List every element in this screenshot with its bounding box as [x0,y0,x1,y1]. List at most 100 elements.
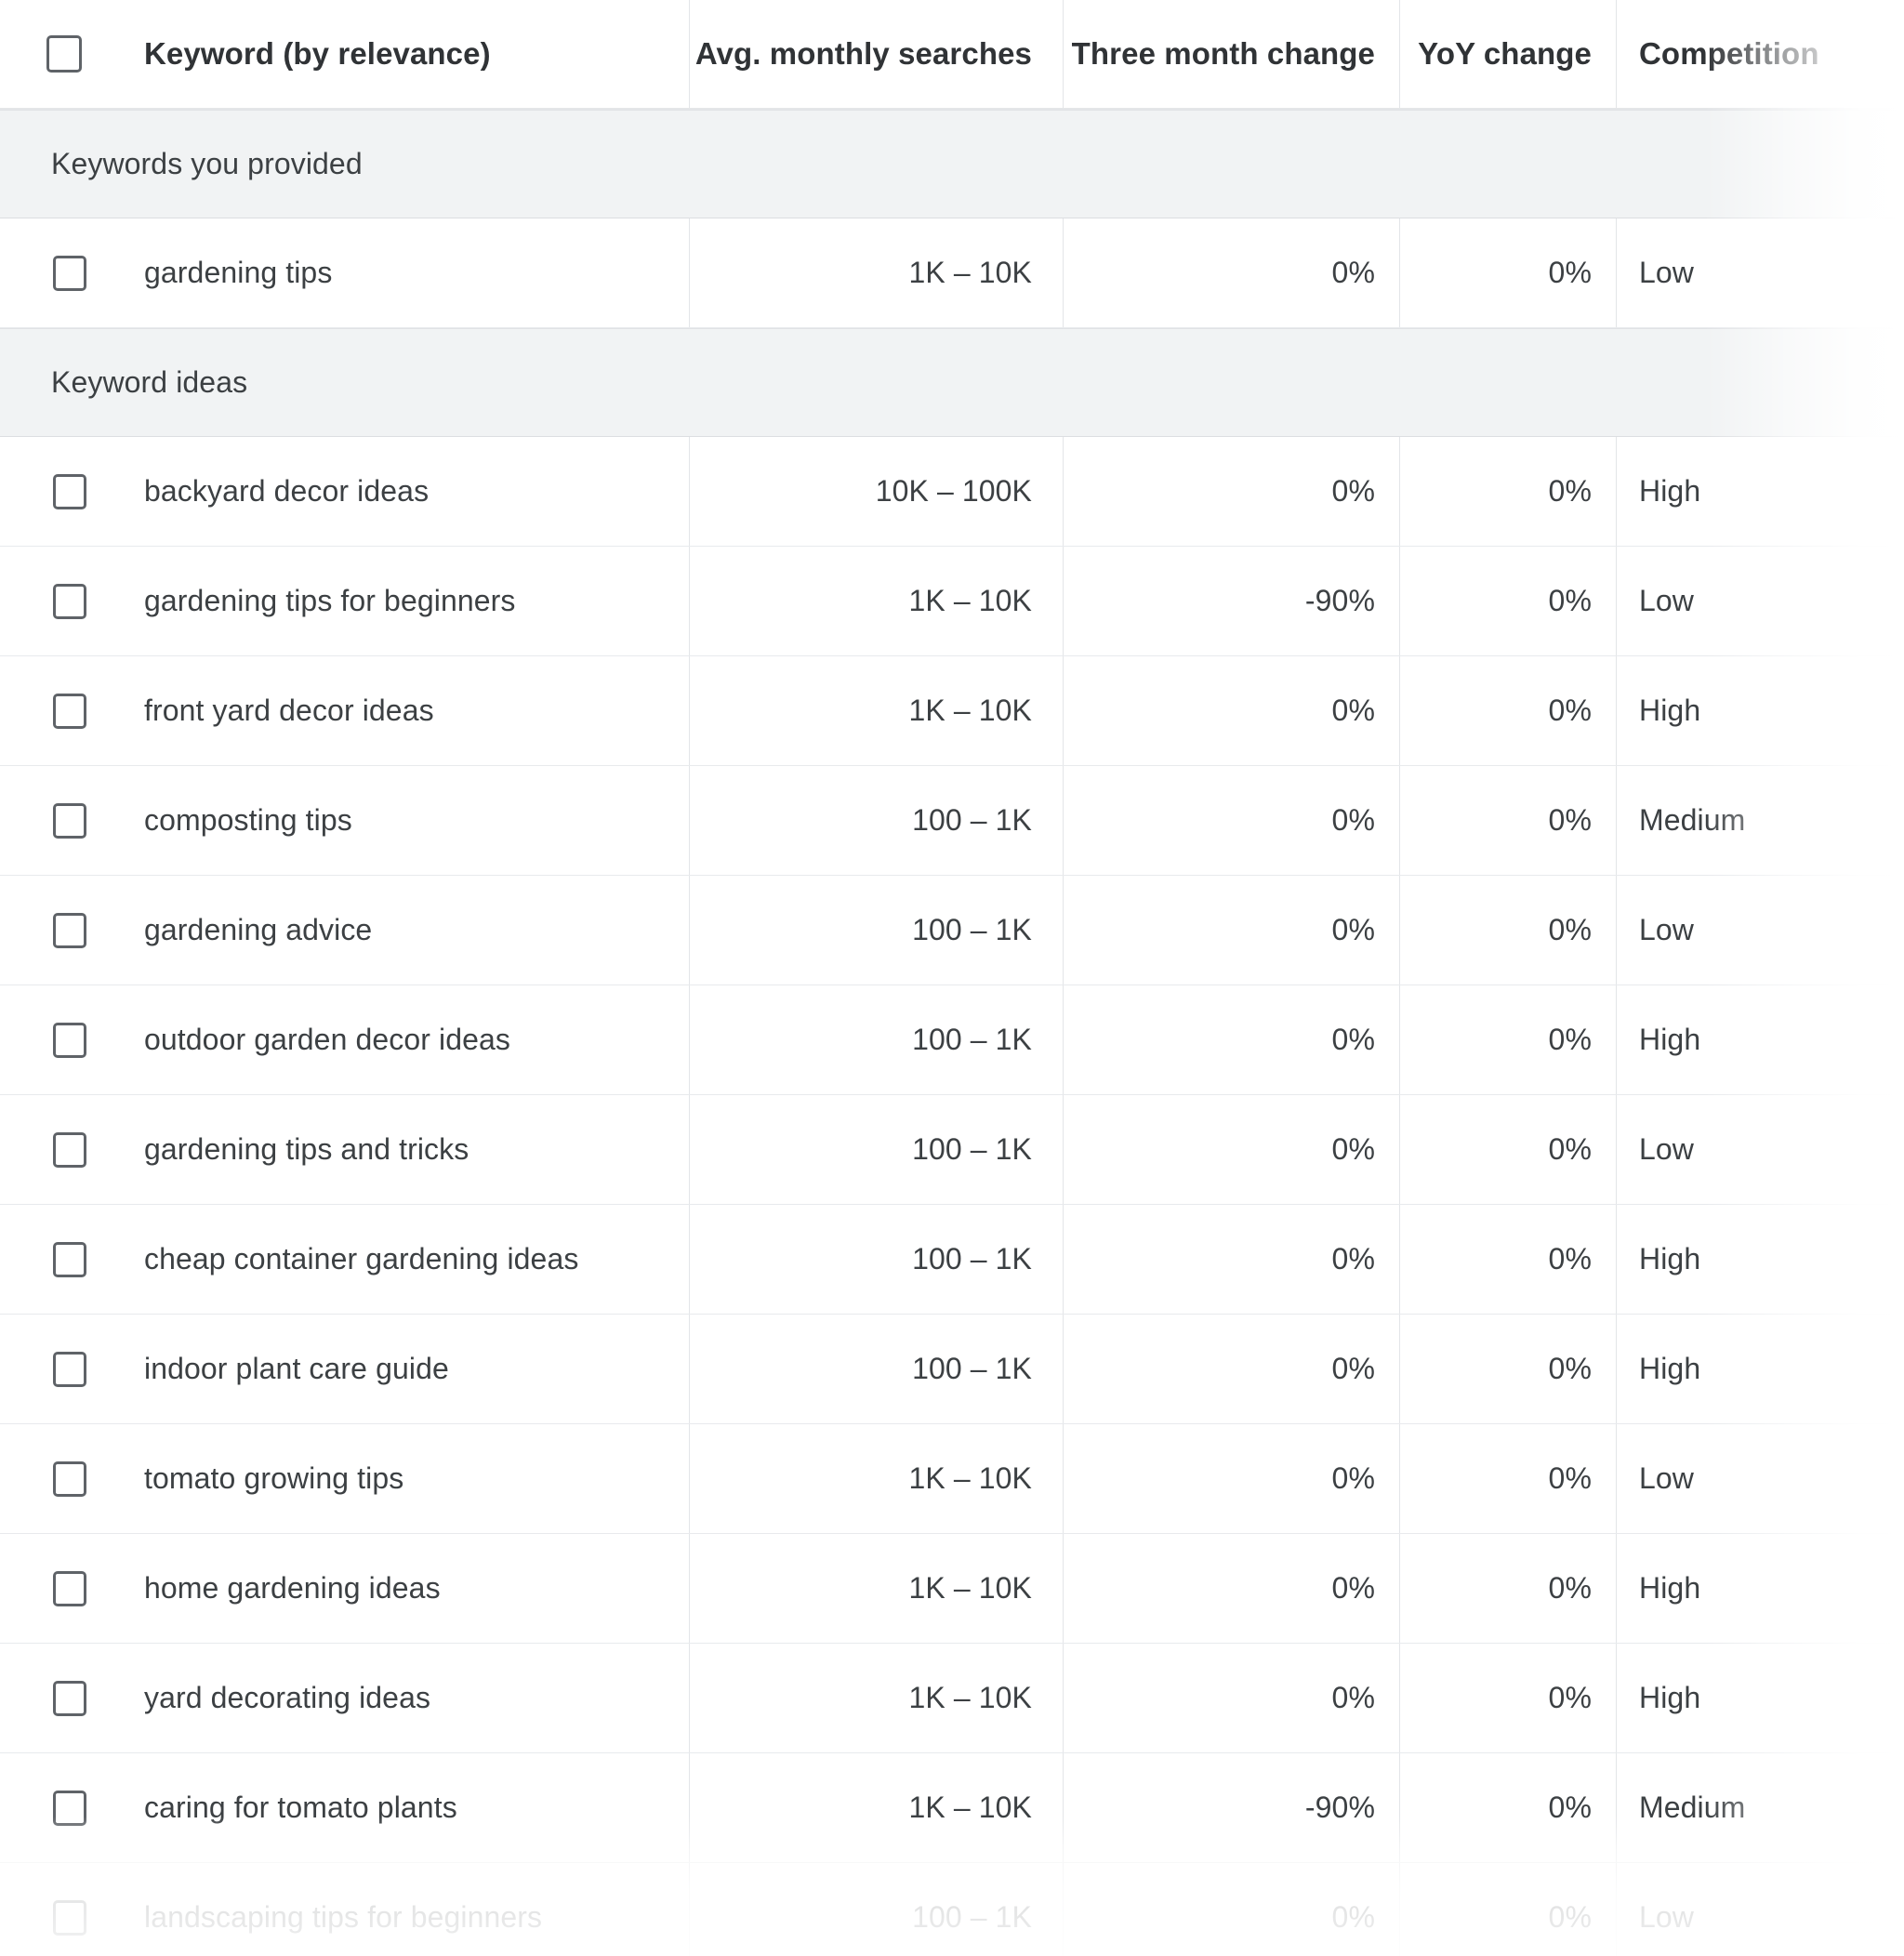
cell-three-month-change: 0% [1063,437,1399,546]
cell-yoy-change: 0% [1399,1863,1616,1956]
cell-three-month-change: -90% [1063,547,1399,655]
cell-avg-monthly-searches: 10K – 100K [689,437,1063,546]
cell-keyword: home gardening ideas [144,1571,441,1605]
cell-yoy-change: 0% [1399,1534,1616,1643]
cell-yoy-change: 0% [1399,1753,1616,1862]
cell-yoy-change: 0% [1399,218,1616,327]
table-row[interactable]: home gardening ideas 1K – 10K 0% 0% High [0,1534,1904,1644]
cell-competition: High [1616,1315,1904,1423]
cell-keyword: composting tips [144,803,352,837]
section-title: Keywords you provided [51,147,363,180]
column-header-avg-monthly-searches[interactable]: Avg. monthly searches [689,0,1063,108]
cell-competition: Low [1616,1424,1904,1533]
cell-keyword: gardening tips and tricks [144,1132,469,1166]
cell-three-month-change: 0% [1063,1534,1399,1643]
cell-competition: Low [1616,547,1904,655]
cell-yoy-change: 0% [1399,876,1616,985]
cell-avg-monthly-searches: 100 – 1K [689,1863,1063,1956]
cell-avg-monthly-searches: 100 – 1K [689,1095,1063,1204]
cell-avg-monthly-searches: 1K – 10K [689,1644,1063,1752]
table-row[interactable]: gardening tips for beginners 1K – 10K -9… [0,547,1904,656]
cell-avg-monthly-searches: 1K – 10K [689,1753,1063,1862]
cell-competition: Low [1616,1095,1904,1204]
cell-competition: High [1616,1644,1904,1752]
section-header-keyword-ideas: Keyword ideas [0,328,1904,437]
cell-keyword: yard decorating ideas [144,1681,431,1714]
column-header-competition[interactable]: Competition [1616,0,1904,108]
cell-keyword: gardening tips for beginners [144,584,516,617]
table-row[interactable]: landscaping tips for beginners 100 – 1K … [0,1863,1904,1956]
cell-three-month-change: 0% [1063,1205,1399,1314]
cell-three-month-change: -90% [1063,1753,1399,1862]
cell-three-month-change: 0% [1063,985,1399,1094]
cell-avg-monthly-searches: 100 – 1K [689,766,1063,875]
cell-competition: High [1616,1534,1904,1643]
section-header-keywords-you-provided: Keywords you provided [0,110,1904,218]
table-row[interactable]: backyard decor ideas 10K – 100K 0% 0% Hi… [0,437,1904,547]
cell-yoy-change: 0% [1399,547,1616,655]
table-row[interactable]: gardening tips and tricks 100 – 1K 0% 0%… [0,1095,1904,1205]
cell-avg-monthly-searches: 100 – 1K [689,1205,1063,1314]
column-header-yoy-change[interactable]: YoY change [1399,0,1616,108]
cell-three-month-change: 0% [1063,1315,1399,1423]
table-row[interactable]: tomato growing tips 1K – 10K 0% 0% Low [0,1424,1904,1534]
table-row[interactable]: composting tips 100 – 1K 0% 0% Medium [0,766,1904,876]
table-header-row: Keyword (by relevance) Avg. monthly sear… [0,0,1904,110]
table-row[interactable]: caring for tomato plants 1K – 10K -90% 0… [0,1753,1904,1863]
cell-three-month-change: 0% [1063,1095,1399,1204]
cell-yoy-change: 0% [1399,1424,1616,1533]
table-row[interactable]: indoor plant care guide 100 – 1K 0% 0% H… [0,1315,1904,1424]
column-header-keyword[interactable]: Keyword (by relevance) [0,0,689,108]
cell-yoy-change: 0% [1399,1095,1616,1204]
cell-keyword: caring for tomato plants [144,1791,457,1824]
table-row[interactable]: cheap container gardening ideas 100 – 1K… [0,1205,1904,1315]
cell-competition: High [1616,985,1904,1094]
cell-keyword: outdoor garden decor ideas [144,1023,510,1056]
cell-keyword: gardening tips [144,256,333,289]
cell-keyword: front yard decor ideas [144,694,434,727]
table-row[interactable]: outdoor garden decor ideas 100 – 1K 0% 0… [0,985,1904,1095]
cell-avg-monthly-searches: 1K – 10K [689,1534,1063,1643]
cell-keyword: gardening advice [144,913,373,946]
table-row[interactable]: front yard decor ideas 1K – 10K 0% 0% Hi… [0,656,1904,766]
cell-competition: High [1616,437,1904,546]
cell-avg-monthly-searches: 100 – 1K [689,1315,1063,1423]
cell-keyword: tomato growing tips [144,1461,404,1495]
keyword-ideas-table: Keyword (by relevance) Avg. monthly sear… [0,0,1904,1956]
cell-three-month-change: 0% [1063,766,1399,875]
table-row[interactable]: gardening tips 1K – 10K 0% 0% Low [0,218,1904,328]
cell-avg-monthly-searches: 1K – 10K [689,1424,1063,1533]
cell-three-month-change: 0% [1063,876,1399,985]
cell-avg-monthly-searches: 1K – 10K [689,656,1063,765]
cell-competition: Low [1616,876,1904,985]
cell-avg-monthly-searches: 1K – 10K [689,547,1063,655]
cell-keyword: landscaping tips for beginners [144,1900,543,1934]
cell-three-month-change: 0% [1063,656,1399,765]
cell-yoy-change: 0% [1399,1644,1616,1752]
cell-competition: Medium [1616,1753,1904,1862]
cell-yoy-change: 0% [1399,985,1616,1094]
cell-yoy-change: 0% [1399,656,1616,765]
cell-keyword: backyard decor ideas [144,474,430,508]
cell-three-month-change: 0% [1063,1644,1399,1752]
cell-yoy-change: 0% [1399,437,1616,546]
column-header-three-month-change[interactable]: Three month change [1063,0,1399,108]
cell-three-month-change: 0% [1063,1863,1399,1956]
section-title: Keyword ideas [51,365,248,399]
table-row[interactable]: gardening advice 100 – 1K 0% 0% Low [0,876,1904,985]
cell-three-month-change: 0% [1063,218,1399,327]
table-row[interactable]: yard decorating ideas 1K – 10K 0% 0% Hig… [0,1644,1904,1753]
cell-avg-monthly-searches: 100 – 1K [689,985,1063,1094]
cell-avg-monthly-searches: 1K – 10K [689,218,1063,327]
cell-yoy-change: 0% [1399,766,1616,875]
cell-keyword: cheap container gardening ideas [144,1242,579,1275]
cell-three-month-change: 0% [1063,1424,1399,1533]
cell-yoy-change: 0% [1399,1315,1616,1423]
cell-competition: Low [1616,1863,1904,1956]
cell-yoy-change: 0% [1399,1205,1616,1314]
cell-keyword: indoor plant care guide [144,1352,449,1385]
cell-avg-monthly-searches: 100 – 1K [689,876,1063,985]
cell-competition: High [1616,656,1904,765]
cell-competition: Low [1616,218,1904,327]
cell-competition: High [1616,1205,1904,1314]
